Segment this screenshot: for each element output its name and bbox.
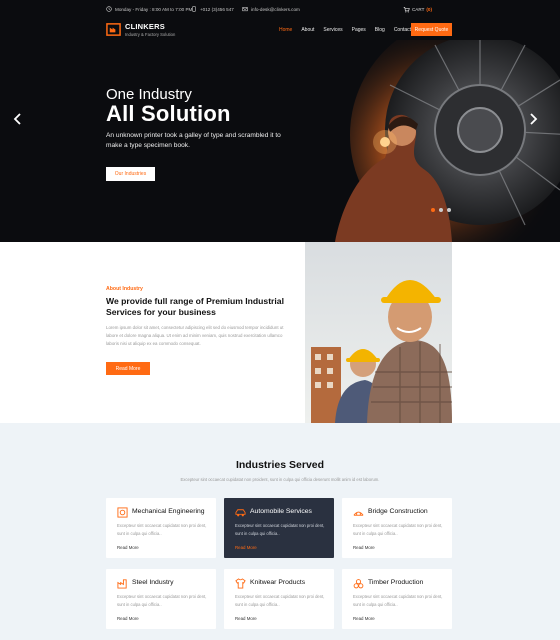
industry-card-mechanical[interactable]: Mechanical Engineering Excepteur sint oc… bbox=[106, 498, 216, 558]
working-hours-text: Monday - Friday : 8:00 AM to 7:00 PM bbox=[115, 6, 193, 12]
industry-card-text: Excepteur sint occaecat cupidatat non pr… bbox=[235, 594, 325, 607]
our-industries-button[interactable]: Our Industries bbox=[106, 167, 155, 181]
hero-description: An unknown printer took a galley of type… bbox=[106, 132, 281, 149]
phone-text: +012 (3)456 547 bbox=[200, 6, 234, 12]
cart-icon bbox=[403, 7, 410, 13]
chevron-left-icon bbox=[13, 113, 21, 125]
industry-card-title: Timber Production bbox=[368, 579, 424, 586]
clock-icon bbox=[106, 6, 112, 12]
industry-card-text: Excepteur sint occaecat cupidatat non pr… bbox=[235, 523, 325, 536]
cart-count: (0) bbox=[426, 7, 432, 12]
read-more-link[interactable]: Read More bbox=[235, 616, 257, 621]
nav-contact[interactable]: Contact bbox=[394, 27, 411, 33]
industry-card-text: Excepteur sint occaecat cupidatat non pr… bbox=[117, 523, 207, 536]
industry-card-text: Excepteur sint occaecat cupidatat non pr… bbox=[353, 523, 443, 536]
industry-card-title: Bridge Construction bbox=[368, 508, 428, 515]
email-text: info-desk@clinkers.com bbox=[251, 6, 300, 12]
phone-info[interactable]: +012 (3)456 547 bbox=[191, 6, 234, 12]
gear-icon bbox=[117, 507, 128, 518]
brand-logo[interactable]: CLINKERS Industry & Factory Solution bbox=[106, 22, 175, 37]
brand-name: CLINKERS bbox=[125, 22, 165, 31]
industry-card-text: Excepteur sint occaecat cupidatat non pr… bbox=[353, 594, 443, 607]
chevron-right-icon bbox=[530, 113, 538, 125]
email-icon bbox=[242, 7, 248, 12]
brand-tagline: Industry & Factory Solution bbox=[125, 32, 176, 37]
industries-section: Industries Served Excepteur sint occaeca… bbox=[0, 423, 560, 640]
email-info[interactable]: info-desk@clinkers.com bbox=[242, 6, 300, 12]
working-hours: Monday - Friday : 8:00 AM to 7:00 PM bbox=[106, 6, 192, 12]
read-more-link[interactable]: Read More bbox=[235, 545, 257, 550]
read-more-link[interactable]: Read More bbox=[117, 545, 139, 550]
car-icon bbox=[235, 509, 246, 517]
industry-card-automobile[interactable]: Automobile Services Excepteur sint occae… bbox=[224, 498, 334, 558]
nav-about[interactable]: About bbox=[301, 27, 314, 33]
read-more-link[interactable]: Read More bbox=[353, 545, 375, 550]
about-image-workers bbox=[305, 242, 452, 423]
slider-next-button[interactable] bbox=[527, 112, 539, 126]
industry-card-title: Mechanical Engineering bbox=[132, 508, 205, 515]
hero-title: All Solution bbox=[106, 101, 231, 126]
industry-card-timber[interactable]: Timber Production Excepteur sint occaeca… bbox=[342, 569, 452, 629]
top-info-bar: Monday - Friday : 8:00 AM to 7:00 PM +01… bbox=[0, 0, 560, 20]
industry-card-title: Steel Industry bbox=[132, 579, 174, 586]
shirt-icon bbox=[235, 578, 246, 589]
nav-blog[interactable]: Blog bbox=[375, 27, 385, 33]
main-header: CLINKERS Industry & Factory Solution Hom… bbox=[0, 20, 560, 42]
cart-link[interactable]: CART (0) bbox=[403, 6, 432, 13]
slider-dot[interactable] bbox=[439, 208, 443, 212]
industries-subtitle: Excepteur sint occaecat cupidatat non pr… bbox=[180, 477, 380, 482]
cart-label: CART bbox=[411, 7, 425, 12]
industry-card-title: Knitwear Products bbox=[250, 579, 306, 586]
phone-icon bbox=[192, 6, 196, 12]
about-title: We provide full range of Premium Industr… bbox=[106, 296, 284, 317]
about-read-more-button[interactable]: Read More bbox=[106, 362, 150, 375]
hero-slider: Monday - Friday : 8:00 AM to 7:00 PM +01… bbox=[0, 0, 560, 242]
industry-card-knitwear[interactable]: Knitwear Products Excepteur sint occaeca… bbox=[224, 569, 334, 629]
timber-icon bbox=[353, 579, 364, 589]
industry-card-bridge[interactable]: Bridge Construction Excepteur sint occae… bbox=[342, 498, 452, 558]
request-quote-button[interactable]: Request Quote bbox=[411, 23, 452, 36]
industry-card-text: Excepteur sint occaecat cupidatat non pr… bbox=[117, 594, 207, 607]
industries-title: Industries Served bbox=[235, 459, 325, 471]
industry-card-steel[interactable]: Steel Industry Excepteur sint occaecat c… bbox=[106, 569, 216, 629]
slider-dots bbox=[431, 208, 451, 212]
about-section: About Industry We provide full range of … bbox=[0, 242, 560, 423]
nav-pages[interactable]: Pages bbox=[352, 27, 366, 33]
about-eyebrow: About Industry bbox=[106, 286, 143, 292]
factory-icon bbox=[117, 579, 127, 589]
slider-dot[interactable] bbox=[431, 208, 435, 212]
nav-home[interactable]: Home bbox=[279, 27, 292, 33]
read-more-link[interactable]: Read More bbox=[353, 616, 375, 621]
nav-services[interactable]: Services bbox=[323, 27, 342, 33]
slider-prev-button[interactable] bbox=[12, 112, 24, 126]
read-more-link[interactable]: Read More bbox=[117, 616, 139, 621]
about-description: Lorem ipsum dolor sit amet, consectetur … bbox=[106, 325, 284, 346]
clinkers-logo-icon bbox=[106, 23, 121, 36]
industry-card-title: Automobile Services bbox=[250, 508, 312, 515]
slider-dot[interactable] bbox=[447, 208, 451, 212]
main-nav: Home About Services Pages Blog Contact bbox=[279, 27, 411, 33]
bridge-icon bbox=[353, 511, 364, 516]
